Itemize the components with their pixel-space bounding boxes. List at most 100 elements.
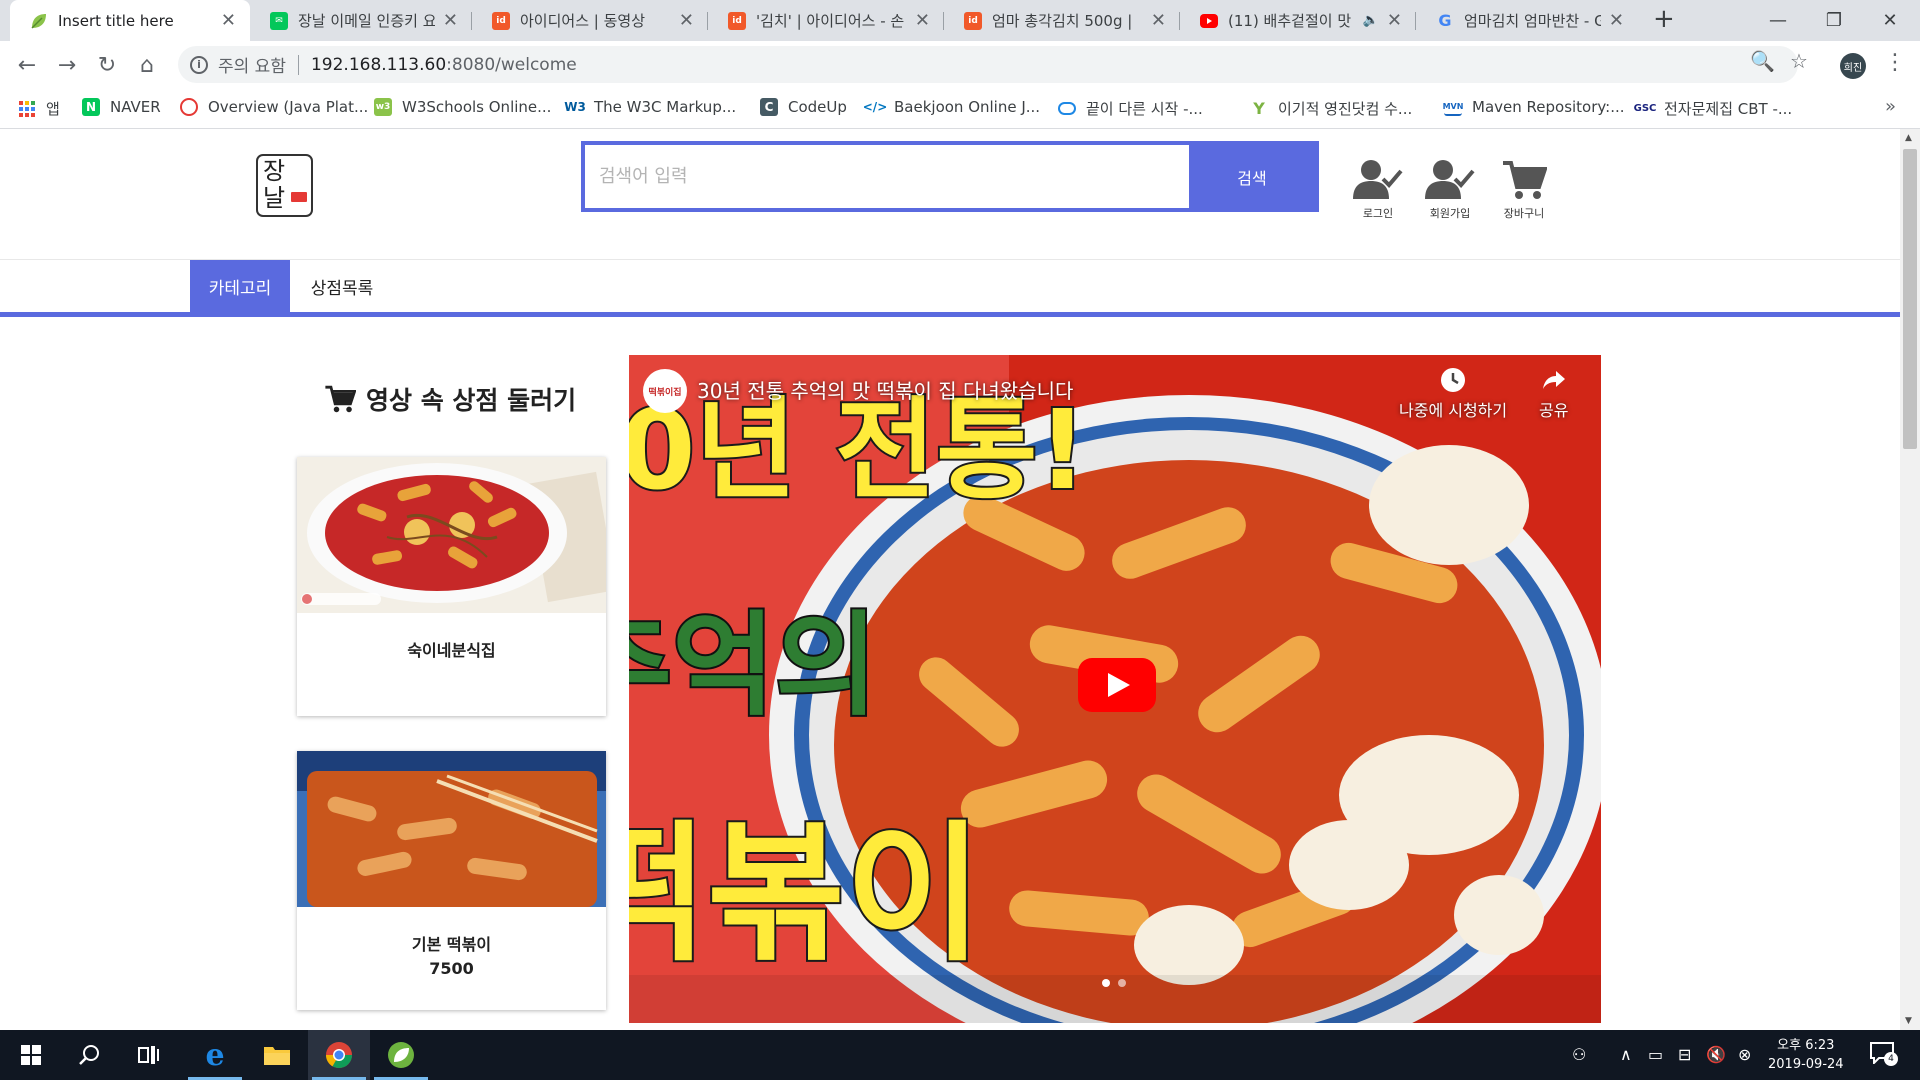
task-view-button[interactable] xyxy=(118,1030,180,1080)
scroll-up-arrow-icon[interactable]: ▲ xyxy=(1905,133,1912,143)
bookmark-codeup[interactable]: C CodeUp xyxy=(760,98,847,116)
slide-dot[interactable] xyxy=(1102,979,1110,987)
search-icon xyxy=(79,1045,99,1065)
bookmark-star-icon[interactable]: ☆ xyxy=(1790,49,1808,73)
user-check-icon xyxy=(1425,160,1475,199)
reload-button[interactable]: ↻ xyxy=(92,50,122,80)
back-button[interactable]: ← xyxy=(12,50,42,80)
show-hidden-icons-chevron-icon[interactable]: ∧ xyxy=(1620,1045,1632,1064)
security-warning: 주의 요함 xyxy=(218,57,286,77)
scroll-down-arrow-icon[interactable]: ▼ xyxy=(1905,1016,1912,1026)
product-card[interactable]: 기본 떡볶이 7500 xyxy=(297,751,606,1010)
close-tab-icon[interactable]: ✕ xyxy=(1387,11,1402,30)
speaker-icon[interactable]: 🔈 xyxy=(1363,13,1379,28)
chrome-taskbar-button[interactable] xyxy=(308,1030,370,1080)
new-tab-button[interactable]: + xyxy=(1653,6,1675,32)
nav-category[interactable]: 카테고리 xyxy=(190,260,290,313)
apps-grid-icon xyxy=(18,100,36,118)
signup-link[interactable]: 회원가입 xyxy=(1418,159,1482,221)
battery-icon[interactable]: ▭ xyxy=(1648,1045,1663,1064)
close-window-button[interactable]: ✕ xyxy=(1862,0,1918,41)
zoom-icon[interactable]: 🔍 xyxy=(1750,49,1775,73)
bookmark-maven[interactable]: MVN Maven Repository:... xyxy=(1443,98,1625,116)
video-title[interactable]: 30년 전통 추억의 맛 떡볶이 집 다녀왔습니다 xyxy=(697,375,1073,404)
tab-email[interactable]: ✉ 장날 이메일 인증키 요 ✕ xyxy=(250,0,472,41)
url-host: 192.168.113.60 xyxy=(310,54,447,75)
scroll-thumb[interactable] xyxy=(1903,149,1917,449)
close-tab-icon[interactable]: ✕ xyxy=(443,11,458,30)
store-card[interactable]: 숙이네분식집 xyxy=(297,457,606,716)
forward-button[interactable]: → xyxy=(52,50,82,80)
close-tab-icon[interactable]: ✕ xyxy=(221,11,236,30)
bookmark-label: 앱 xyxy=(46,100,60,118)
tab-idus-video[interactable]: id 아이디어스 | 동영상 ✕ xyxy=(472,0,708,41)
bookmark-naver[interactable]: N NAVER xyxy=(82,98,161,116)
edge-taskbar-button[interactable]: e xyxy=(184,1030,246,1080)
bookmark-label: NAVER xyxy=(110,98,161,116)
tab-youtube[interactable]: (11) 배추겉절이 맛 🔈 ✕ xyxy=(1180,0,1416,41)
codeup-icon: C xyxy=(760,98,778,116)
bookmark-java[interactable]: Overview (Java Plat... xyxy=(180,98,368,116)
y-icon: Y xyxy=(1253,99,1265,118)
search-taskbar-button[interactable] xyxy=(58,1030,120,1080)
page-scrollbar[interactable]: ▲ ▼ xyxy=(1900,129,1920,1030)
bookmark-label: Baekjoon Online J... xyxy=(894,98,1041,116)
logo-char: 날 xyxy=(263,184,286,212)
home-button[interactable]: ⌂ xyxy=(132,50,162,80)
close-tab-icon[interactable]: ✕ xyxy=(915,11,930,30)
close-tab-icon[interactable]: ✕ xyxy=(679,11,694,30)
close-tab-icon[interactable]: ✕ xyxy=(1609,11,1624,30)
start-button[interactable] xyxy=(0,1030,62,1080)
volume-muted-icon[interactable]: 🔇 xyxy=(1706,1045,1726,1064)
bookmark-label: Overview (Java Plat... xyxy=(208,98,369,116)
close-tab-icon[interactable]: ✕ xyxy=(1151,11,1166,30)
menu-kebab-icon[interactable]: ⋮ xyxy=(1884,50,1906,75)
bookmark-blog[interactable]: 끝이 다른 시작 -... xyxy=(1058,98,1203,119)
search-input[interactable] xyxy=(585,145,1189,208)
people-icon[interactable]: ⚇ xyxy=(1572,1045,1586,1064)
bookmark-w3c[interactable]: W3 The W3C Markup... xyxy=(564,98,736,116)
minimize-button[interactable]: — xyxy=(1750,0,1806,41)
info-icon[interactable]: i xyxy=(190,55,208,74)
tab-google[interactable]: G 엄마김치 엄마반찬 - G ✕ xyxy=(1416,0,1638,41)
signup-label: 회원가입 xyxy=(1429,207,1471,220)
slide-dot[interactable] xyxy=(1118,979,1126,987)
profile-avatar[interactable]: 희진 xyxy=(1840,53,1866,79)
file-explorer-button[interactable] xyxy=(246,1030,308,1080)
bookmark-cbt[interactable]: GSC 전자문제집 CBT -... xyxy=(1634,98,1793,119)
tab-title: '김치' | 아이디어스 - 손 xyxy=(756,12,905,30)
youtube-play-icon[interactable] xyxy=(1078,658,1156,712)
windows-taskbar: e ⚇ ∧ ▭ ⊟ 🔇 ⊗ 오후 6:23 2019-09-24 4 xyxy=(0,1030,1920,1080)
site-logo[interactable]: 장 날 xyxy=(256,154,313,217)
taskbar-clock[interactable]: 오후 6:23 2019-09-24 xyxy=(1768,1036,1844,1074)
network-icon[interactable]: ⊟ xyxy=(1678,1045,1691,1064)
login-link[interactable]: 로그인 xyxy=(1346,159,1410,221)
bookmark-w3schools[interactable]: w3 W3Schools Online... xyxy=(374,98,551,116)
bookmark-baekjoon[interactable]: </> Baekjoon Online J... xyxy=(863,98,1041,116)
leaf-icon xyxy=(30,12,48,30)
video-player[interactable]: 0년 전통! 추억의 떡볶이 떡볶이집 30년 전통 추억의 맛 떡볶이 집 다… xyxy=(629,355,1601,1023)
action-center-icon[interactable]: 4 xyxy=(1870,1042,1898,1068)
nav-store-list[interactable]: 상점목록 xyxy=(290,260,394,313)
bookmark-label: 이기적 영진닷컴 수... xyxy=(1278,100,1413,118)
cart-link[interactable]: 장바구니 xyxy=(1492,159,1556,221)
share-button[interactable]: 공유 xyxy=(1539,367,1568,421)
tab-idus-product[interactable]: id 엄마 총각김치 500g | ✕ xyxy=(944,0,1180,41)
cart-icon xyxy=(325,385,356,413)
search-button[interactable]: 검색 xyxy=(1189,145,1315,208)
address-bar[interactable]: i 주의 요함 192.168.113.60:8080/welcome xyxy=(178,46,1798,83)
clock-date: 2019-09-24 xyxy=(1768,1057,1844,1072)
spring-tool-button[interactable] xyxy=(370,1030,432,1080)
watch-later-button[interactable]: 나중에 시청하기 xyxy=(1399,367,1507,421)
channel-avatar[interactable]: 떡볶이집 xyxy=(643,369,687,413)
tab-insert-title[interactable]: Insert title here ✕ xyxy=(10,0,250,41)
bookmarks-overflow-icon[interactable]: » xyxy=(1885,96,1896,117)
bookmark-apps[interactable]: 앱 xyxy=(18,98,60,119)
chat-bubble-icon xyxy=(1058,102,1076,115)
overlay-text-tteokbokki: 떡볶이 xyxy=(629,808,985,982)
bookmark-youngjin[interactable]: Y 이기적 영진닷컴 수... xyxy=(1250,98,1412,119)
restore-button[interactable]: ❐ xyxy=(1806,0,1862,41)
youtube-icon xyxy=(1200,12,1218,30)
input-indicator-icon[interactable]: ⊗ xyxy=(1738,1045,1751,1064)
tab-idus-kimchi[interactable]: id '김치' | 아이디어스 - 손 ✕ xyxy=(708,0,944,41)
